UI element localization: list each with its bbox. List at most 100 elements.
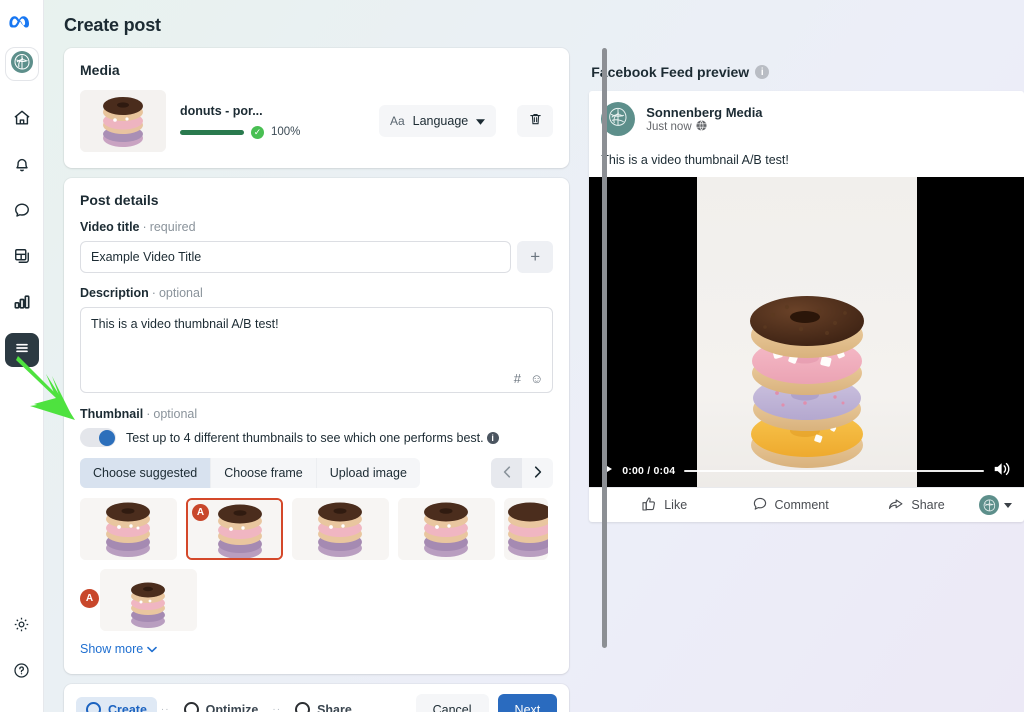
step-radio-icon [86, 702, 101, 712]
video-progress-slider[interactable] [684, 469, 984, 473]
label-separator: · [142, 220, 147, 234]
question-mark-icon [12, 661, 31, 685]
video-time-separator: / [647, 465, 651, 477]
thumbnail-source-tabs-row: Choose suggested Choose frame Upload ima… [80, 458, 554, 488]
description-input[interactable]: This is a video thumbnail A/B test! [81, 308, 553, 392]
speaker-icon[interactable] [993, 461, 1012, 482]
show-more-button[interactable]: Show more [80, 642, 158, 656]
cancel-button[interactable]: Cancel [415, 694, 489, 712]
thumbnail-row-2: A [80, 569, 553, 631]
delete-media-button[interactable] [517, 105, 554, 137]
media-thumbnail[interactable] [80, 90, 166, 152]
preview-title-row: Facebook Feed preview i [589, 48, 1024, 91]
media-card: Media donuts - por... ✓ 100% Aa Language [64, 48, 570, 168]
share-label: Share [911, 498, 945, 512]
chevron-left-icon [503, 465, 511, 481]
rail-bottom-group [5, 604, 39, 696]
chevron-down-icon [147, 642, 158, 656]
media-heading: Media [80, 62, 120, 78]
add-title-button[interactable]: + [517, 241, 554, 273]
sidebar-item-home[interactable] [5, 103, 39, 137]
comment-bubble-icon [752, 496, 768, 515]
video-stage [696, 177, 917, 487]
sidebar-item-messages[interactable] [5, 195, 39, 229]
like-button[interactable]: Like [601, 496, 727, 515]
video-title-label: Video title · required [80, 220, 553, 234]
step-divider-dots: ·· [272, 704, 282, 712]
chevron-down-icon [476, 114, 486, 128]
variant-badge-a: A [192, 504, 209, 521]
page-name: Sonnenberg Media [646, 104, 763, 120]
video-controls: 0:00 / 0:04 [589, 455, 1024, 487]
post-message: This is a video thumbnail A/B test! [601, 153, 789, 167]
carousel-next-button[interactable] [522, 458, 554, 488]
thumbnail-option-selected[interactable]: A [186, 498, 283, 560]
home-icon [12, 108, 32, 133]
language-dropdown[interactable]: Aa Language [378, 105, 497, 137]
language-prefix: Aa [389, 114, 405, 128]
label-separator: · [151, 286, 156, 300]
trash-icon [528, 111, 543, 132]
meta-logo-icon[interactable] [8, 14, 35, 37]
thumbnail-test-toggle-label: Test up to 4 different thumbnails to see… [126, 431, 499, 445]
emoji-smiley-icon[interactable]: ☺ [530, 371, 543, 386]
wizard-steps: Create ·· Optimize ·· Share [76, 697, 362, 712]
tab-upload-image[interactable]: Upload image [315, 458, 420, 488]
sidebar-item-menu[interactable] [4, 333, 39, 367]
bar-chart-icon [12, 292, 32, 317]
thumbs-up-icon [641, 496, 657, 515]
comment-button[interactable]: Comment [727, 496, 853, 515]
editor-scrollbar[interactable] [602, 48, 607, 648]
page-selector[interactable] [979, 495, 1013, 515]
bell-icon [12, 154, 32, 179]
hashtag-icon[interactable]: # [514, 371, 521, 386]
content-columns: Media donuts - por... ✓ 100% Aa Language… [64, 48, 1024, 712]
media-info: donuts - por... ✓ 100% [180, 104, 365, 139]
next-button[interactable]: Next [497, 694, 558, 712]
step-share[interactable]: Share [285, 697, 362, 712]
info-icon[interactable]: i [486, 431, 499, 444]
tab-choose-suggested[interactable]: Choose suggested [80, 458, 211, 488]
thumbnail-option[interactable] [292, 498, 389, 560]
carousel-prev-button[interactable] [491, 458, 523, 488]
step-radio-icon [183, 702, 199, 712]
sidebar-item-content[interactable] [5, 241, 39, 275]
progress-percent: 100% [271, 126, 301, 138]
post-details-heading: Post details [80, 192, 159, 208]
share-button[interactable]: Share [853, 496, 979, 515]
video-title-input[interactable] [80, 241, 512, 273]
tab-choose-frame[interactable]: Choose frame [210, 458, 316, 488]
video-title-label-text: Video title [80, 220, 140, 234]
thumbnail-option[interactable] [100, 569, 197, 631]
step-divider-dots: ·· [160, 704, 170, 712]
thumbnail-option-clipped[interactable] [504, 498, 548, 560]
preview-column: Facebook Feed preview i Sonnenberg Media [589, 48, 1024, 712]
step-share-label: Share [317, 702, 352, 712]
editor-column: Media donuts - por... ✓ 100% Aa Language… [64, 48, 570, 712]
step-create[interactable]: Create [76, 697, 157, 712]
media-file-name: donuts - por... [180, 103, 263, 118]
info-icon[interactable]: i [755, 65, 770, 79]
sidebar-item-notifications[interactable] [5, 149, 39, 183]
like-label: Like [664, 498, 688, 512]
description-label-text: Description [80, 286, 149, 300]
thumbnail-test-toggle-row: Test up to 4 different thumbnails to see… [80, 428, 553, 447]
sidebar-item-brand-account[interactable] [4, 47, 39, 81]
description-wrapper: This is a video thumbnail A/B test! # ☺ [80, 307, 554, 393]
toggle-knob [98, 429, 115, 446]
step-optimize[interactable]: Optimize [174, 697, 269, 712]
post-header: Sonnenberg Media Just now [589, 91, 1024, 142]
step-radio-icon [295, 702, 311, 712]
sidebar-item-help[interactable] [5, 656, 39, 690]
thumbnail-option[interactable] [80, 498, 177, 560]
thumbnail-carousel-nav [491, 458, 554, 488]
sidebar-item-insights[interactable] [5, 287, 39, 321]
share-arrow-icon [887, 496, 904, 515]
video-current-time: 0:00 [622, 465, 645, 477]
thumbnail-label-text: Thumbnail [80, 407, 144, 421]
thumbnail-option[interactable] [398, 498, 495, 560]
pages-icon [12, 246, 32, 271]
sidebar-item-settings[interactable] [5, 610, 39, 644]
thumbnail-test-toggle[interactable] [80, 428, 116, 447]
video-player[interactable]: 0:00 / 0:04 [589, 177, 1024, 487]
